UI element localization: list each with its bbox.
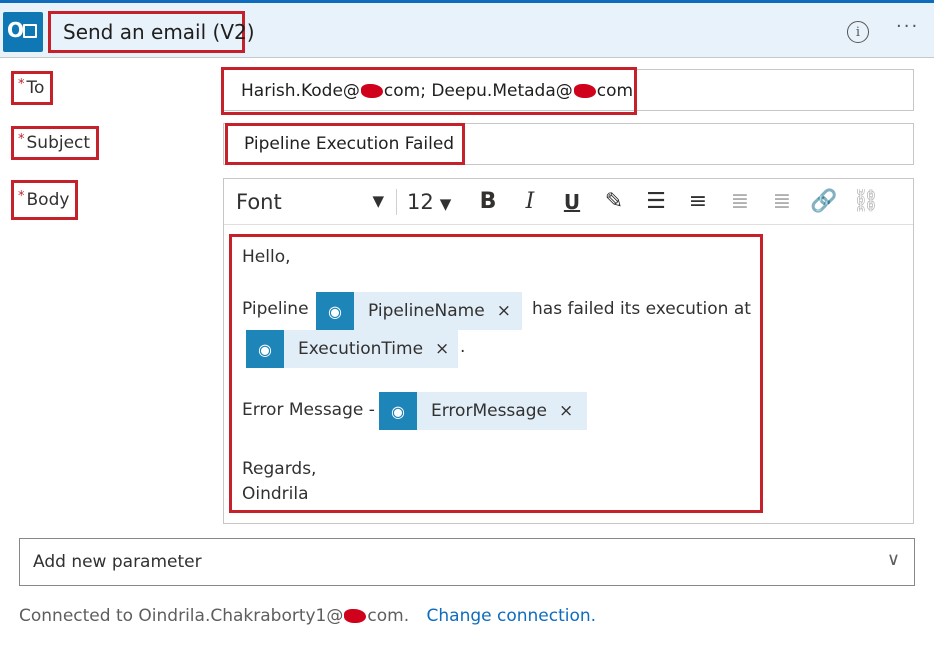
- token-execution-time[interactable]: ◉ ExecutionTime ×: [246, 330, 458, 368]
- font-dropdown[interactable]: Font ▼: [224, 190, 392, 214]
- change-connection-link[interactable]: Change connection.: [427, 606, 597, 626]
- outlook-icon: O: [3, 12, 43, 52]
- token-label: ExecutionTime: [298, 339, 424, 359]
- remove-token-icon[interactable]: ×: [559, 401, 573, 421]
- dynamic-content-icon: ◉: [379, 392, 417, 430]
- numbered-list-icon[interactable]: ≡: [677, 189, 719, 214]
- to-value: Harish.Kode@ com; Deepu.Metada@ com: [221, 67, 637, 115]
- to-value-part2: com; Deepu.Metada@: [383, 81, 573, 101]
- font-dropdown-label: Font: [236, 189, 282, 214]
- action-header[interactable]: O Send an email (V2) i ···: [0, 0, 934, 58]
- pipeline-suffix-text: has failed its execution at: [532, 299, 751, 319]
- bulleted-list-icon[interactable]: ☰: [635, 189, 677, 214]
- regards-text: Regards,: [242, 459, 317, 479]
- to-value-part3: com: [596, 81, 634, 101]
- greeting-text: Hello,: [242, 247, 291, 267]
- bold-button[interactable]: B: [467, 189, 509, 214]
- chevron-down-icon: ▼: [439, 194, 452, 213]
- action-title[interactable]: Send an email (V2): [48, 11, 255, 53]
- decrease-indent-icon[interactable]: ≣: [719, 189, 761, 214]
- token-label: PipelineName: [368, 301, 485, 321]
- error-prefix-text: Error Message -: [242, 400, 375, 420]
- dynamic-content-icon: ◉: [316, 292, 354, 330]
- dynamic-content-icon: ◉: [246, 330, 284, 368]
- pipeline-prefix-text: Pipeline: [242, 299, 309, 319]
- more-options-icon[interactable]: ···: [896, 16, 919, 37]
- signature-text: Oindrila: [242, 484, 309, 504]
- italic-button[interactable]: I: [509, 189, 551, 214]
- add-new-parameter-dropdown[interactable]: Add new parameter ∨: [19, 538, 915, 586]
- subject-field[interactable]: Pipeline Execution Failed: [223, 123, 914, 165]
- toolbar-divider: [396, 188, 397, 215]
- redaction-mark: [360, 84, 383, 98]
- token-error-message[interactable]: ◉ ErrorMessage ×: [379, 392, 587, 430]
- token-label: ErrorMessage: [431, 401, 547, 421]
- body-content[interactable]: Hello, Pipeline ◉ PipelineName × has fai…: [229, 234, 763, 513]
- unlink-icon[interactable]: ⛓: [845, 189, 887, 214]
- token-pipeline-name[interactable]: ◉ PipelineName ×: [316, 292, 522, 330]
- required-mark: *: [18, 188, 25, 204]
- subject-value: Pipeline Execution Failed: [225, 123, 465, 165]
- underline-button[interactable]: U: [551, 190, 593, 214]
- body-editor[interactable]: Font ▼ 12 ▼ B I U ✎ ☰ ≡ ≣ ≣ 🔗 ⛓ Hello, Pi…: [223, 178, 914, 524]
- remove-token-icon[interactable]: ×: [497, 301, 511, 321]
- body-label-text: Body: [26, 190, 70, 210]
- to-value-part1: Harish.Kode@: [241, 81, 360, 101]
- font-size-label: 12: [407, 189, 434, 214]
- remove-token-icon[interactable]: ×: [435, 339, 449, 359]
- to-field[interactable]: Harish.Kode@ com; Deepu.Metada@ com: [221, 67, 914, 115]
- pen-icon[interactable]: ✎: [593, 189, 635, 214]
- to-label-text: To: [26, 78, 45, 98]
- to-label: * To: [11, 71, 54, 105]
- add-new-parameter-label: Add new parameter: [33, 552, 202, 572]
- connected-to-suffix: com.: [367, 606, 410, 626]
- chevron-down-icon: ▼: [372, 191, 384, 210]
- redaction-mark: [573, 84, 596, 98]
- period-text: .: [460, 337, 466, 357]
- info-icon[interactable]: i: [847, 21, 869, 43]
- chevron-down-icon: ∨: [886, 549, 900, 570]
- required-mark: *: [18, 76, 25, 92]
- font-size-dropdown[interactable]: 12 ▼: [401, 190, 467, 214]
- connection-info: Connected to Oindrila.Chakraborty1@ com. …: [19, 606, 596, 626]
- subject-label-text: Subject: [26, 133, 91, 153]
- required-mark: *: [18, 131, 25, 147]
- redaction-mark: [344, 609, 367, 623]
- link-icon[interactable]: 🔗: [803, 189, 845, 214]
- subject-label: * Subject: [11, 126, 100, 160]
- connected-to-text: Connected to Oindrila.Chakraborty1@: [19, 606, 344, 626]
- body-label: * Body: [11, 180, 79, 220]
- formatting-toolbar: Font ▼ 12 ▼ B I U ✎ ☰ ≡ ≣ ≣ 🔗 ⛓: [224, 179, 913, 225]
- increase-indent-icon[interactable]: ≣: [761, 189, 803, 214]
